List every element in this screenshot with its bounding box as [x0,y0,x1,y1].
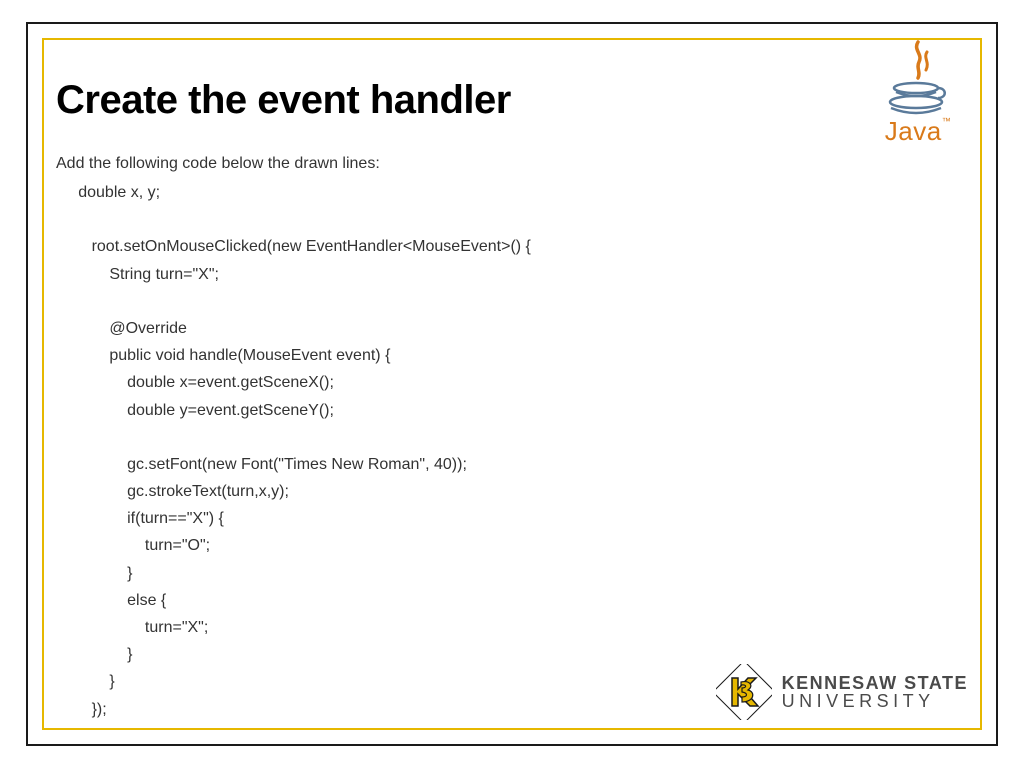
java-logo: Java™ [868,40,968,147]
ksu-emblem-icon [716,664,772,720]
page-title: Create the event handler [56,78,968,123]
ksu-text: KENNESAW STATE UNIVERSITY [782,674,968,710]
instruction-text: Add the following code below the drawn l… [56,155,968,173]
java-logo-text: Java™ [868,116,968,147]
ksu-logo: KENNESAW STATE UNIVERSITY [716,664,968,720]
slide-content: Create the event handler Add the followi… [56,50,968,718]
code-block: double x, y; root.setOnMouseClicked(new … [56,179,968,723]
ksu-line1: KENNESAW STATE [782,674,968,692]
java-cup-icon [883,40,953,120]
ksu-line2: UNIVERSITY [782,692,968,710]
java-word: Java [885,116,942,146]
trademark-symbol: ™ [942,116,952,126]
